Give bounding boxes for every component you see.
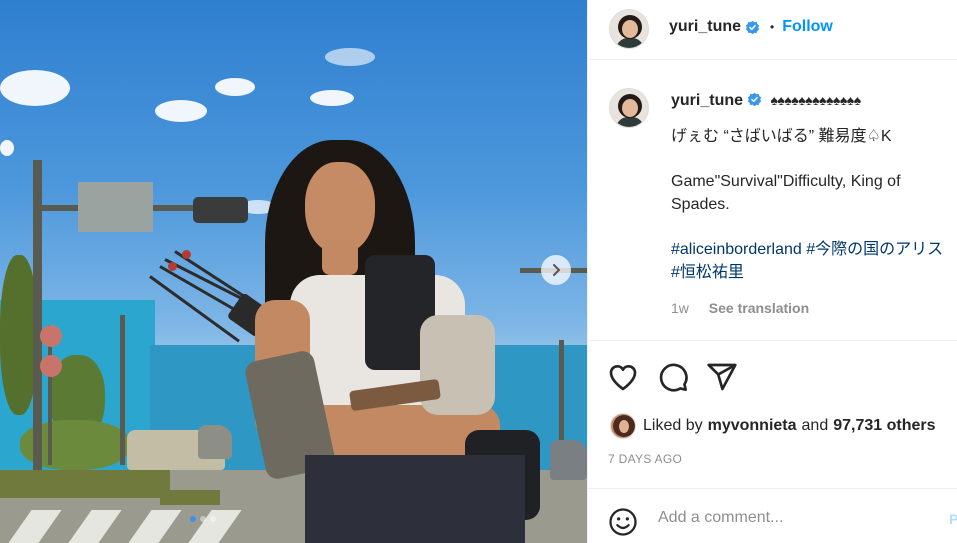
caption-meta: 1w See translation [671,300,825,316]
road-sign [78,182,153,232]
skirt [305,455,525,543]
post-photo[interactable] [0,0,587,543]
caption-suits: ♠♠♠♠♠♠♠♠♠♠♠♠♠ [770,92,861,108]
comment-bar: P [588,488,957,543]
comment-input[interactable] [658,509,928,527]
traffic-light [193,197,248,223]
post-date: 7 DAYS AGO [608,452,683,466]
post-actions [588,340,957,410]
likes-others-link[interactable]: 97,731 others [833,417,935,435]
grass [0,470,170,498]
liker-avatar[interactable] [610,413,636,439]
cloud [0,70,70,106]
car [198,425,232,459]
arrow-fletching [182,250,191,259]
likes-joiner: and [801,417,829,434]
cloud [155,100,207,122]
carousel-dot [190,516,196,522]
hashtag-link[interactable]: #今際の国のアリス [806,241,943,258]
likes-summary: Liked by myvonnieta and 97,731 others [610,413,936,439]
heart-icon[interactable] [607,361,639,393]
comment-icon[interactable] [657,361,689,393]
cloud [0,140,14,156]
post-header: yuri_tune • Follow [588,0,957,60]
arrow-fletching [168,262,177,271]
neck [322,240,358,275]
carousel-next-button[interactable] [541,255,571,285]
verified-badge-icon [745,20,760,34]
emoji-icon[interactable] [608,507,638,537]
carousel-dot [210,516,216,522]
liker-username[interactable]: myvonnieta [708,417,797,435]
post-age: 1w [671,300,689,316]
caption-line-en: Game"Survival"Difficulty, King of Spades… [671,173,901,213]
carousel-dot [200,516,206,522]
author-avatar[interactable] [609,9,649,49]
post-caption: yuri_tune ♠♠♠♠♠♠♠♠♠♠♠♠♠ げぇむ “さばいばる” 難易度♤… [671,89,951,284]
no-entry-sign [40,325,62,347]
cloud [215,78,255,96]
header-separator: • [770,20,775,34]
caption-author-avatar[interactable] [609,88,649,128]
no-entry-sign [40,355,62,377]
cloud [310,90,354,106]
carousel-dots [190,516,216,522]
verified-badge-icon [747,92,762,107]
follow-button[interactable]: Follow [782,18,833,36]
street-lamp [120,315,125,465]
caption-line-jp: げぇむ “さばいばる” 難易度♤K [671,128,892,145]
chevron-right-icon [553,264,560,276]
share-icon[interactable] [706,361,738,393]
hashtag-link[interactable]: #恒松祐里 [671,264,744,281]
post-comment-button[interactable]: P [949,511,957,527]
header-row: yuri_tune • Follow [669,18,833,36]
caption-username[interactable]: yuri_tune [671,92,743,109]
grass [160,490,220,505]
see-translation-link[interactable]: See translation [709,300,809,316]
car [550,440,587,480]
caption-hashtags: #aliceinborderland #今際の国のアリス #恒松祐里 [671,238,951,284]
hashtag-link[interactable]: #aliceinborderland [671,241,802,258]
cloud [325,48,375,66]
post-side-panel: yuri_tune • Follow yuri_tune ♠♠♠♠♠♠♠♠♠♠♠… [587,0,957,543]
likes-prefix: Liked by [643,417,703,434]
author-username[interactable]: yuri_tune [669,18,741,36]
